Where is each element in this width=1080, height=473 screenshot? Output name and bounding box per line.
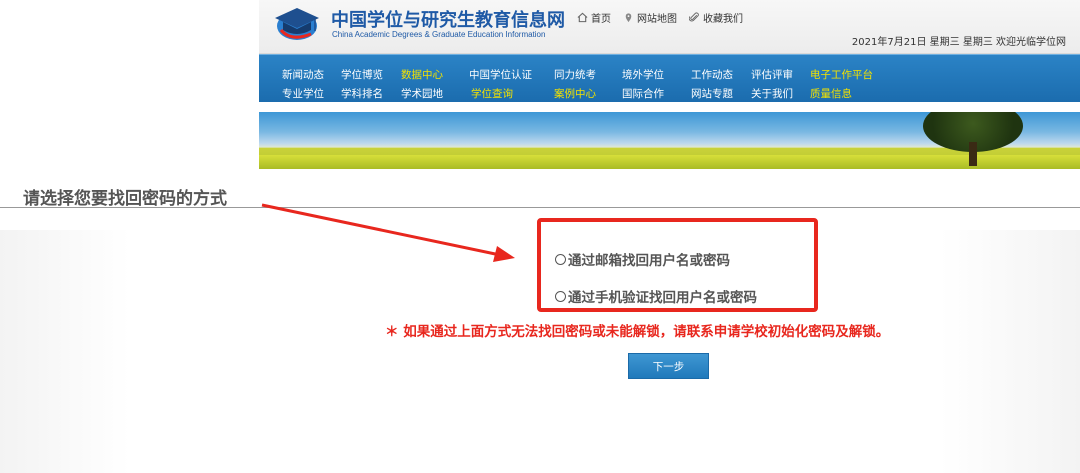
site-subtitle: China Academic Degrees & Graduate Educat…: [332, 30, 546, 39]
nav-item-e-platform[interactable]: 电子工作平台: [810, 67, 873, 82]
graduation-cap-logo-icon[interactable]: [271, 4, 323, 44]
nav-item-academic[interactable]: 学术园地: [401, 86, 443, 101]
top-links: 首页 网站地图 收藏我们: [577, 10, 743, 25]
page-title: 请选择您要找回密码的方式: [23, 189, 227, 209]
nav-item-news[interactable]: 新闻动态: [282, 67, 324, 82]
top-link-home[interactable]: 首页: [577, 10, 611, 25]
nav-item-topics[interactable]: 网站专题: [691, 86, 733, 101]
main-nav: 新闻动态 学位博览 数据中心 中国学位认证 同力统考 境外学位 工作动态 评估评…: [259, 54, 1080, 102]
nav-item-degree-cert[interactable]: 中国学位认证: [469, 67, 532, 82]
location-pin-icon: [625, 13, 632, 23]
tree-trunk: [969, 142, 977, 166]
nav-item-degree-query[interactable]: 学位查询: [471, 86, 513, 101]
nav-item-intl-coop[interactable]: 国际合作: [622, 86, 664, 101]
option-label: 通过邮箱找回用户名或密码: [568, 253, 730, 269]
option-label: 通过手机验证找回用户名或密码: [568, 290, 757, 306]
nav-item-about[interactable]: 关于我们: [751, 86, 793, 101]
help-notice: ＊ 如果通过上面方式无法找回密码或未能解锁，请联系申请学校初始化密码及解锁。: [385, 324, 890, 340]
date-welcome-line: 2021年7月21日 星期三 星期三 欢迎光临学位网: [851, 37, 1066, 48]
top-link-label: 网站地图: [637, 14, 677, 25]
top-link-sitemap[interactable]: 网站地图: [623, 10, 677, 25]
banner-field: [259, 155, 1080, 169]
nav-item-degree-expo[interactable]: 学位博览: [341, 67, 383, 82]
site-title: 中国学位与研究生教育信息网: [331, 10, 565, 31]
top-link-label: 收藏我们: [703, 14, 743, 25]
home-icon: [577, 12, 588, 23]
nav-item-work-news[interactable]: 工作动态: [691, 67, 733, 82]
nav-item-quality[interactable]: 质量信息: [810, 86, 852, 101]
top-link-favorite[interactable]: 收藏我们: [689, 10, 743, 25]
option-email-recovery[interactable]: 通过邮箱找回用户名或密码: [555, 249, 730, 269]
divider: [0, 207, 1080, 208]
top-link-label: 首页: [591, 14, 611, 25]
banner-image: [259, 112, 1080, 169]
radio-button[interactable]: [555, 290, 566, 302]
nav-item-unified-exam[interactable]: 同力统考: [554, 67, 596, 82]
nav-item-data-center[interactable]: 数据中心: [401, 67, 443, 82]
paperclip-icon: [689, 12, 699, 22]
right-shadow: [940, 230, 1080, 473]
nav-item-case-center[interactable]: 案例中心: [554, 86, 596, 101]
nav-item-foreign-degree[interactable]: 境外学位: [622, 67, 664, 82]
site-header: 中国学位与研究生教育信息网 China Academic Degrees & G…: [259, 0, 1080, 54]
next-button[interactable]: 下一步: [628, 353, 709, 379]
nav-item-professional[interactable]: 专业学位: [282, 86, 324, 101]
left-shadow: [0, 230, 130, 473]
radio-button[interactable]: [555, 253, 566, 265]
option-phone-recovery[interactable]: 通过手机验证找回用户名或密码: [555, 286, 757, 306]
nav-item-ranking[interactable]: 学科排名: [341, 86, 383, 101]
nav-item-evaluation[interactable]: 评估评审: [751, 67, 793, 82]
